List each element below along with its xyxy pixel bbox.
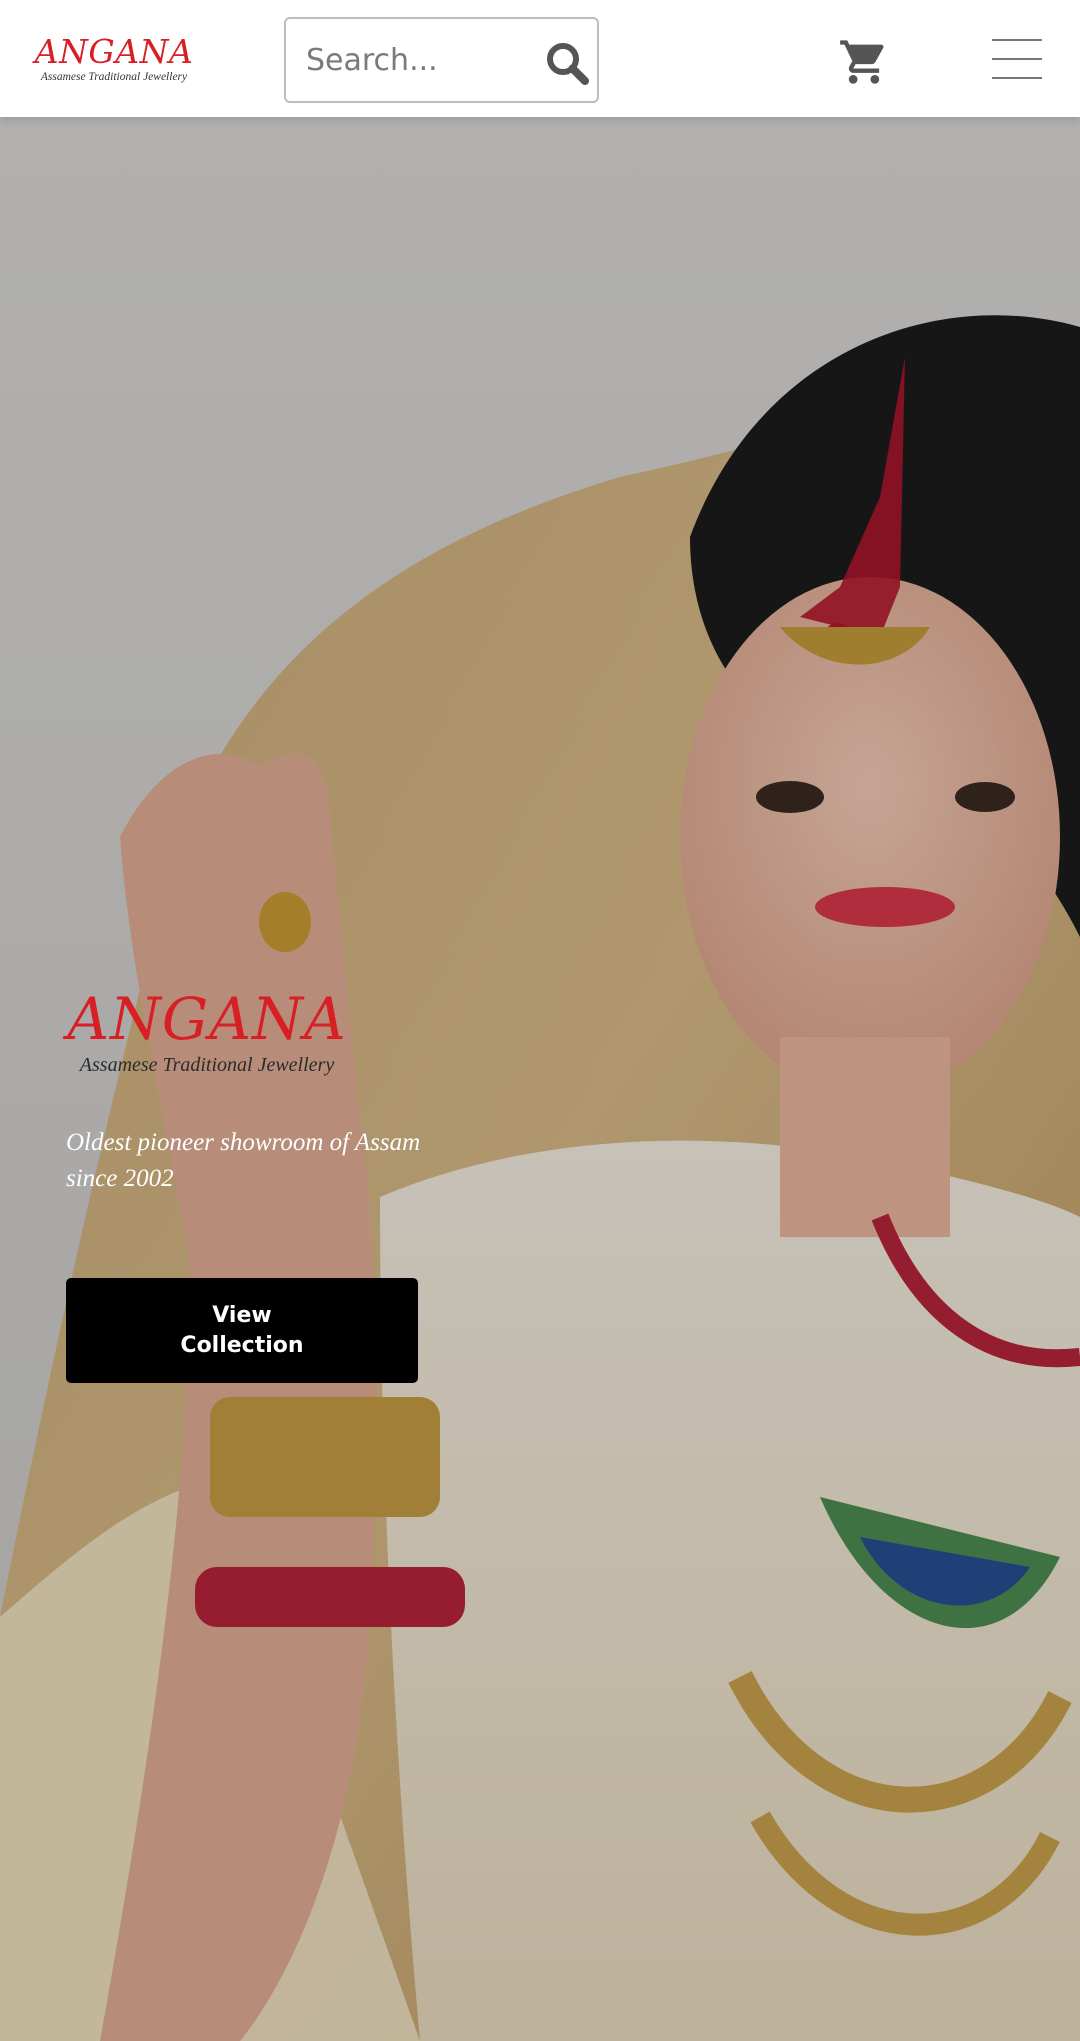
- hero-tagline: Oldest pioneer showroom of Assam since 2…: [66, 1129, 421, 1192]
- hamburger-menu-icon[interactable]: [992, 38, 1042, 80]
- site-header: ANGANA Assamese Traditional Jewellery: [0, 0, 1080, 117]
- hero-logo-title: ANGANA: [67, 985, 347, 1053]
- logo-subtitle: Assamese Traditional Jewellery: [40, 71, 188, 83]
- site-logo[interactable]: ANGANA Assamese Traditional Jewellery: [34, 34, 194, 86]
- search-icon[interactable]: [544, 40, 590, 86]
- hero-logo-subtitle: Assamese Traditional Jewellery: [79, 1054, 335, 1076]
- hero-logo: ANGANA Assamese Traditional Jewellery: [64, 987, 350, 1087]
- search-box: [284, 17, 599, 103]
- view-collection-button[interactable]: View Collection: [66, 1278, 418, 1383]
- search-input[interactable]: [306, 37, 526, 83]
- hero-banner: ANGANA Assamese Traditional Jewellery Ol…: [0, 117, 1080, 2041]
- logo-title: ANGANA: [34, 32, 194, 71]
- cart-icon[interactable]: [838, 36, 890, 88]
